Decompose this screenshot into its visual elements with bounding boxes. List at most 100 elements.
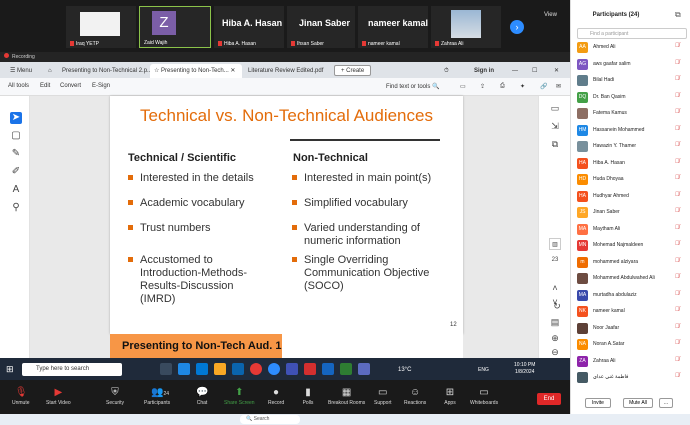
create-button[interactable]: + Create [334,65,372,76]
find-tools-button[interactable]: Find text or tools 🔍 [386,83,440,90]
tab-presenting-2[interactable]: ☆ Presenting to Non-Tech... ✕ [150,64,242,78]
maximize-icon[interactable]: ☐ [528,64,537,78]
rotate-icon[interactable]: ↻ [551,300,563,312]
participant-row[interactable]: HM Hassanein Mohammed 🎙̸ [577,124,689,137]
esign-menu[interactable]: E-Sign [92,83,110,89]
zoom-out-icon[interactable]: ⊖ [549,346,561,358]
participant-row[interactable]: Hawazin Y. Thamer 🎙̸ [577,140,689,153]
participant-row[interactable]: NA Noran A.Satar 🎙̸ [577,338,689,351]
teams-icon[interactable] [358,363,370,375]
participant-row[interactable]: HA Hudhyar Ahmed 🎙̸ [577,190,689,203]
participant-row[interactable]: Bilal Hadi 🎙̸ [577,74,689,87]
mail-icon[interactable]: ✉ [556,83,561,90]
reactions-button[interactable]: ☺ Reactions [404,388,426,407]
video-tile[interactable]: Zahraa Ali [431,6,501,48]
participant-row[interactable]: ZA Zahraa Ali 🎙̸ [577,355,689,368]
upload-icon[interactable]: ⇪ [480,83,485,90]
store-icon[interactable] [196,363,208,375]
text-icon[interactable]: A [10,184,22,196]
support-button[interactable]: ▭ Support [374,388,392,407]
video-tile[interactable]: Hiba A. Hasan Hiba A. Hasan [214,6,284,48]
participant-row[interactable]: DQ Dr. Ban Qasim 🎙̸ [577,91,689,104]
taskbar-clock[interactable]: 10:10 PM 1/8/2024 [514,362,535,376]
participant-row[interactable]: Noor Jaafar 🎙̸ [577,322,689,335]
participant-row[interactable]: HD Huda Dhoyaa 🎙̸ [577,173,689,186]
zoom-app-icon[interactable] [268,363,280,375]
more-button[interactable]: ... [659,398,673,408]
menu-button[interactable]: ☰ Menu [6,64,32,78]
edge-icon[interactable] [178,363,190,375]
participant-row[interactable]: Mohammed Abdulwahed Ali 🎙̸ [577,272,689,285]
participant-row[interactable]: MA Maytham Ali 🎙̸ [577,223,689,236]
participant-row[interactable]: فاطمة غني عداي 🎙̸ [577,371,689,384]
record-button[interactable]: ● Record [268,388,284,407]
video-tile[interactable]: nameer kamal nameer kamal [358,6,428,48]
language-indicator[interactable]: ENG [478,367,489,373]
comment-icon[interactable]: ▢ [10,130,22,142]
invite-button[interactable]: Invite [585,398,611,408]
participant-row[interactable]: JS Jinan Saber 🎙̸ [577,206,689,219]
edit-menu[interactable]: Edit [40,83,50,89]
tab-presenting-1[interactable]: Presenting to Non-Technical 2.p... [58,64,152,78]
unmute-button[interactable]: 🎙 Unmute [12,388,30,407]
ai-assistant-icon[interactable]: ✦ [520,83,525,90]
pages-icon[interactable]: ⧉ [549,138,561,150]
chat-button[interactable]: 💬 Chat [196,388,208,407]
windows-start-icon[interactable]: ⊞ [6,364,14,375]
end-meeting-button[interactable]: End [537,393,561,405]
sign-in-button[interactable]: Sign in [470,64,494,78]
participant-search-input[interactable]: Find a participant [577,28,687,39]
pen-icon[interactable]: ✎ [10,148,22,160]
save-icon[interactable]: ▭ [460,83,466,90]
all-tools-menu[interactable]: All tools [8,83,29,89]
participant-row[interactable]: NK nameer kamal 🎙̸ [577,305,689,318]
file-explorer-icon[interactable] [214,363,226,375]
participant-row[interactable]: HA Hiba A. Hasan 🎙̸ [577,157,689,170]
share-screen-button[interactable]: ⬆ Share Screen [224,388,255,407]
popout-icon[interactable]: ⧉ [675,10,681,20]
participant-row[interactable]: MA murtadha abdulaziz 🎙̸ [577,289,689,302]
video-tile-active[interactable]: Z Zaid Wajih [139,6,211,48]
host-search[interactable]: 🔍 Search [240,415,300,424]
participant-row[interactable]: Fatema Kamus 🎙̸ [577,107,689,120]
link-icon[interactable]: 🔗 [540,83,547,90]
acrobat-icon[interactable] [304,363,316,375]
zoom-in-icon[interactable]: ⊕ [549,332,561,344]
task-view-icon[interactable] [160,363,172,375]
tab-literature-review[interactable]: Literature Review Edited.pdf [244,64,324,78]
history-icon[interactable]: ⏱ [440,64,449,78]
select-tool-icon[interactable]: ➤ [10,112,22,124]
scroll-up-icon[interactable]: ˄ [549,282,561,294]
word-icon[interactable] [322,363,334,375]
polls-button[interactable]: ▮ Polls [302,388,314,407]
highlight-icon[interactable]: ✐ [10,166,22,178]
convert-menu[interactable]: Convert [60,83,81,89]
mute-all-button[interactable]: Mute All [623,398,653,408]
stamp-icon[interactable]: ⚲ [10,202,22,214]
mail-app-icon[interactable] [232,363,244,375]
participant-row[interactable]: m mohammed alziyara 🎙̸ [577,256,689,269]
participant-row[interactable]: AG aws gaafar salim 🎙̸ [577,58,689,71]
security-button[interactable]: ⛨ Security [106,388,124,407]
participants-button[interactable]: 👥24 Participants [144,388,170,407]
export-icon[interactable]: ⇲ [549,120,561,132]
print-icon[interactable]: ⎙ [500,83,505,90]
view-button[interactable]: View [544,12,557,18]
app-icon[interactable] [286,363,298,375]
start-video-button[interactable]: ▶ Start Video [46,388,71,407]
minimize-icon[interactable]: — [508,64,518,78]
excel-icon[interactable] [340,363,352,375]
close-icon[interactable]: ✕ [550,64,559,78]
comments-icon[interactable]: ▭ [549,102,561,114]
page-thumbnail-icon[interactable]: ▥ [549,238,561,250]
whiteboards-button[interactable]: ▭ Whiteboards [470,388,498,407]
breakout-rooms-button[interactable]: ▦ Breakout Rooms [328,388,365,407]
participant-row[interactable]: AA Ahmed Ali 🎙̸ [577,41,689,54]
participant-row[interactable]: MN Mohemad Najmaldeen 🎙̸ [577,239,689,252]
next-page-icon[interactable]: › [510,20,524,34]
video-tile[interactable]: Iraq YETP [66,6,136,48]
taskbar-search[interactable]: Type here to search [22,363,122,376]
video-tile[interactable]: Jinan Saber Ihsan Saber [287,6,355,48]
apps-button[interactable]: ⊞ Apps [444,388,456,407]
home-icon[interactable]: ⌂ [44,64,52,78]
